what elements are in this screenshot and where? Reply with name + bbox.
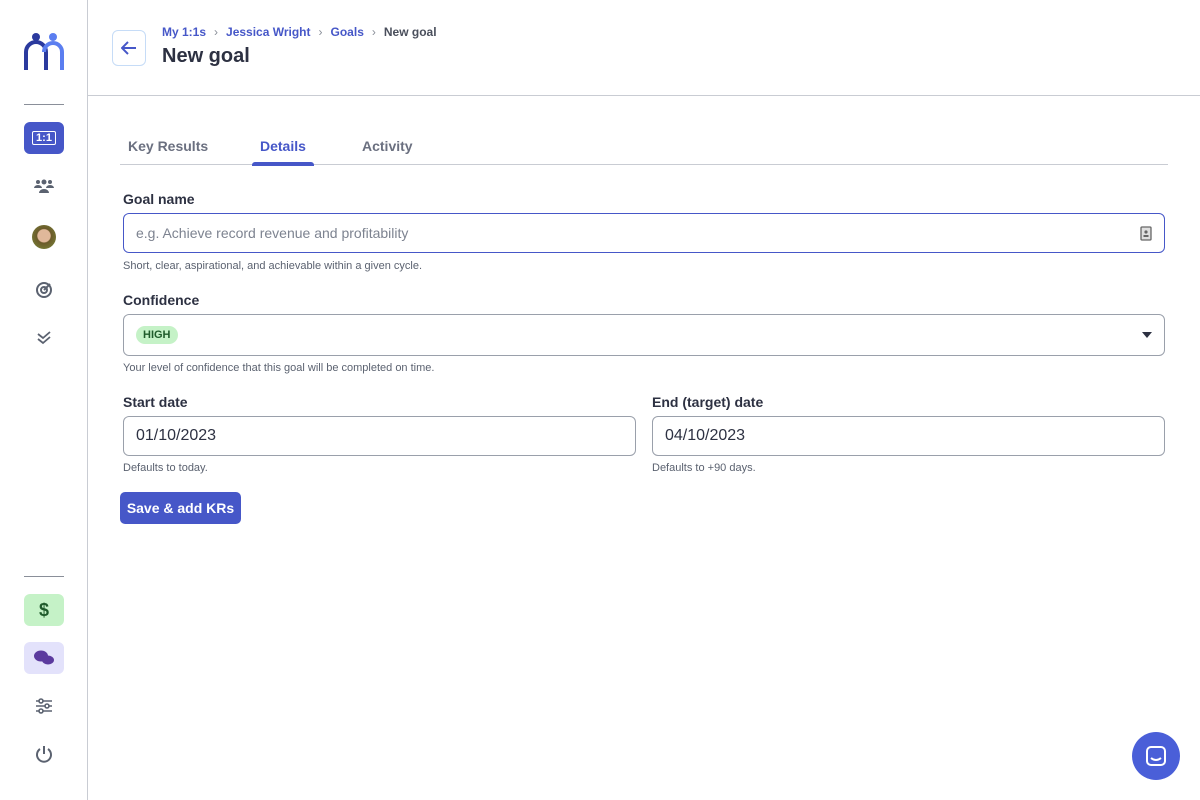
logo[interactable] bbox=[24, 32, 64, 77]
sidebar: 1:1 $ bbox=[0, 0, 88, 800]
start-date-input[interactable]: 01/10/2023 bbox=[123, 416, 636, 456]
confidence-help: Your level of confidence that this goal … bbox=[123, 362, 435, 374]
divider bbox=[24, 576, 64, 577]
start-date-value: 01/10/2023 bbox=[136, 427, 217, 444]
goal-name-help: Short, clear, aspirational, and achievab… bbox=[123, 260, 423, 272]
divider bbox=[24, 104, 64, 105]
settings-sliders-icon[interactable] bbox=[24, 690, 64, 722]
avatar[interactable] bbox=[24, 221, 64, 253]
end-date-help: Defaults to +90 days. bbox=[652, 462, 756, 474]
chevron-right-icon: › bbox=[318, 25, 323, 39]
confidence-badge: HIGH bbox=[136, 326, 178, 344]
confidence-select[interactable]: HIGH bbox=[123, 314, 1165, 356]
chat-icon bbox=[1146, 746, 1166, 766]
goal-name-placeholder: e.g. Achieve record revenue and profitab… bbox=[136, 225, 409, 241]
goals-target-icon[interactable] bbox=[24, 274, 64, 306]
save-add-krs-button[interactable]: Save & add KRs bbox=[120, 492, 241, 524]
end-date-input[interactable]: 04/10/2023 bbox=[652, 416, 1165, 456]
power-icon[interactable] bbox=[24, 738, 64, 770]
one-on-one-icon[interactable]: 1:1 bbox=[24, 122, 64, 154]
start-date-label: Start date bbox=[123, 394, 188, 410]
breadcrumb-goals[interactable]: Goals bbox=[331, 25, 364, 39]
team-icon[interactable] bbox=[24, 170, 64, 202]
chevron-right-icon: › bbox=[214, 25, 219, 39]
contact-card-icon bbox=[1140, 225, 1152, 241]
breadcrumb-person[interactable]: Jessica Wright bbox=[226, 25, 310, 39]
tasks-check-icon[interactable] bbox=[24, 322, 64, 354]
dollar-icon[interactable]: $ bbox=[24, 594, 64, 626]
breadcrumb-my-1on1s[interactable]: My 1:1s bbox=[162, 25, 206, 39]
page-title: New goal bbox=[162, 45, 250, 67]
end-date-value: 04/10/2023 bbox=[665, 427, 746, 444]
tab-key-results[interactable]: Key Results bbox=[128, 138, 208, 154]
goal-name-input[interactable]: e.g. Achieve record revenue and profitab… bbox=[123, 213, 1165, 253]
breadcrumb: My 1:1s › Jessica Wright › Goals › New goal bbox=[162, 25, 437, 39]
chevron-right-icon: › bbox=[371, 25, 376, 39]
confidence-label: Confidence bbox=[123, 292, 200, 308]
tab-activity[interactable]: Activity bbox=[362, 138, 413, 154]
arrow-left-icon bbox=[121, 41, 136, 55]
main: My 1:1s › Jessica Wright › Goals › New goal… bbox=[88, 0, 1200, 524]
start-date-help: Defaults to today. bbox=[123, 462, 208, 474]
tabs: Key Results Details Activity bbox=[120, 128, 1168, 166]
header: My 1:1s › Jessica Wright › Goals › New goal… bbox=[88, 0, 1200, 96]
chat-launcher-button[interactable] bbox=[1132, 732, 1180, 780]
help-chat-icon[interactable] bbox=[24, 642, 64, 674]
back-button[interactable] bbox=[112, 30, 146, 66]
breadcrumb-current: New goal bbox=[383, 25, 437, 39]
caret-down-icon bbox=[1142, 332, 1152, 338]
end-date-label: End (target) date bbox=[652, 394, 764, 410]
goal-name-label: Goal name bbox=[123, 191, 195, 207]
tab-details[interactable]: Details bbox=[252, 138, 314, 166]
